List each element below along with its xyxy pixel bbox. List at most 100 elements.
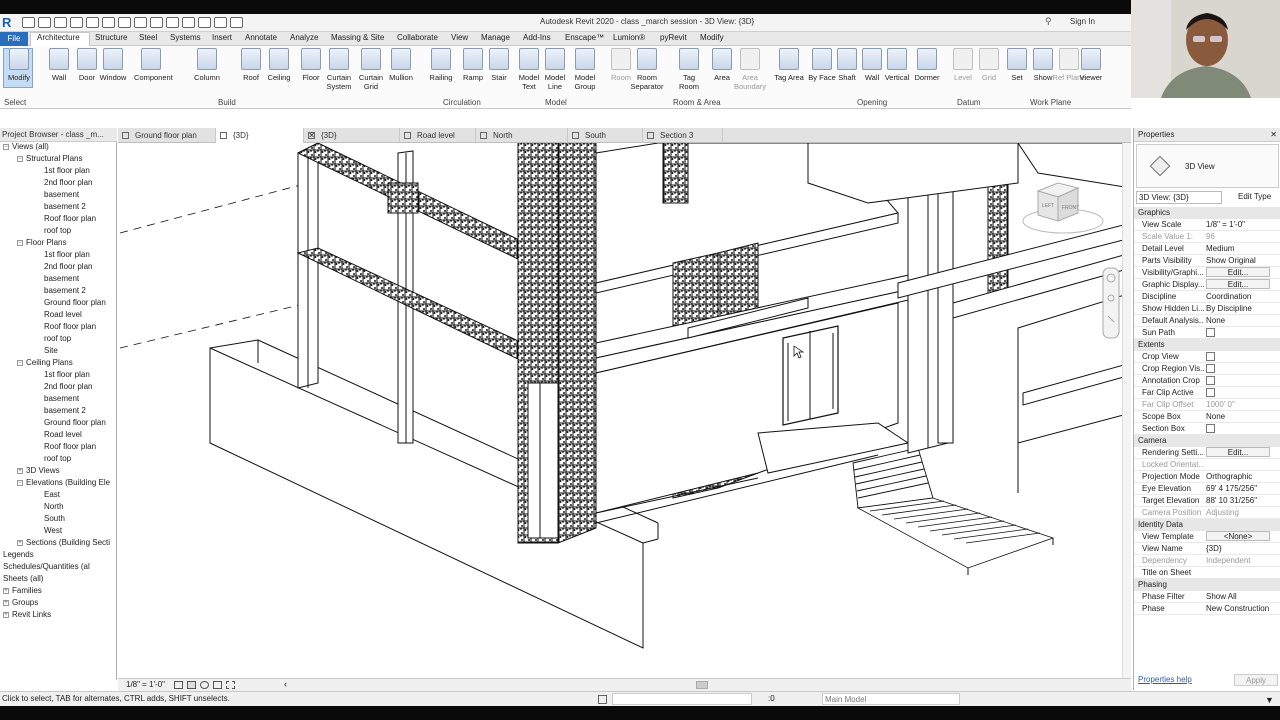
tree-item[interactable]: Site (44, 346, 58, 356)
tool-curtain-system-9[interactable]: Curtain System (322, 48, 356, 91)
tab-enscape[interactable]: Enscape™ (565, 33, 604, 42)
property-value[interactable]: {3D} (1206, 543, 1272, 555)
revit-logo[interactable]: R (2, 15, 11, 30)
scroll-left-icon[interactable]: ‹ (284, 679, 287, 689)
tool-dormer-28[interactable]: Dormer (910, 48, 944, 82)
property-checkbox[interactable] (1206, 328, 1215, 338)
properties-help-link[interactable]: Properties help (1138, 675, 1192, 684)
workset-field[interactable] (612, 693, 752, 705)
design-option-field[interactable]: Main Model (822, 693, 960, 705)
tree-item[interactable]: Roof floor plan (44, 214, 96, 224)
property-value[interactable] (1206, 351, 1272, 363)
tree-item[interactable]: 1st floor plan (44, 166, 90, 176)
property-value[interactable]: Orthographic (1206, 471, 1272, 483)
tab-collaborate[interactable]: Collaborate (397, 33, 438, 42)
view-tab[interactable]: {3D} (304, 128, 400, 143)
tab-pyrevit[interactable]: pyRevit (660, 33, 687, 42)
tab-manage[interactable]: Manage (481, 33, 510, 42)
property-value[interactable] (1206, 375, 1272, 387)
tree-group[interactable]: − Structural Plans (17, 154, 82, 164)
tree-expander-icon[interactable]: − (17, 155, 23, 162)
view-tab[interactable]: Road level (400, 128, 476, 143)
tree-item[interactable]: basement (44, 190, 79, 200)
tool-room-separator-19[interactable]: Room Separator (630, 48, 664, 91)
undo-icon[interactable] (70, 17, 83, 28)
property-value[interactable]: None (1206, 315, 1272, 327)
tool-component-4[interactable]: Component (134, 48, 173, 82)
tree-item[interactable]: North (44, 502, 64, 512)
instance-selector[interactable]: 3D View: {3D} (1136, 191, 1222, 204)
view-tab[interactable]: Section 3 (643, 128, 723, 143)
tree-group[interactable]: +3D Views (17, 466, 60, 476)
tree-views-all[interactable]: − Views (all) (3, 142, 49, 152)
tree-item[interactable]: Ground floor plan (44, 298, 106, 308)
tree-item[interactable]: East (44, 490, 60, 500)
open-icon[interactable] (22, 17, 35, 28)
tree-item[interactable]: South (44, 514, 65, 524)
redo-icon[interactable] (86, 17, 99, 28)
tab-annotate[interactable]: Annotate (245, 33, 277, 42)
horizontal-scrollbar-thumb[interactable] (696, 681, 708, 689)
property-checkbox[interactable] (1206, 388, 1215, 398)
tool-curtain-grid-10[interactable]: Curtain Grid (354, 48, 388, 91)
properties-section-header[interactable]: Extents (1134, 339, 1280, 351)
tree-expander-icon[interactable]: + (17, 467, 23, 474)
property-edit-button[interactable]: <None> (1206, 531, 1270, 541)
visual-style-icon[interactable] (187, 681, 196, 689)
sun-path-icon[interactable] (200, 681, 209, 689)
tree-node[interactable]: Schedules/Quantities (al (3, 562, 90, 572)
tree-node[interactable]: + Revit Links (3, 610, 51, 620)
tool-modify-0[interactable]: Modify (2, 48, 36, 82)
properties-section-header[interactable]: Camera (1134, 435, 1280, 447)
view-tab[interactable]: Ground floor plan (118, 128, 216, 143)
tree-item[interactable]: Road level (44, 430, 82, 440)
property-value[interactable]: Edit... (1206, 279, 1272, 291)
switch-windows-icon[interactable] (230, 17, 243, 28)
property-value[interactable]: Edit... (1206, 447, 1272, 459)
tree-item[interactable]: Roof floor plan (44, 322, 96, 332)
view-tab[interactable]: {3D} ✕ (216, 128, 315, 143)
apply-button[interactable]: Apply (1234, 674, 1278, 686)
close-icon[interactable]: ✕ (1270, 128, 1277, 142)
view-tab[interactable]: North (476, 128, 568, 143)
property-value[interactable]: By Discipline (1206, 303, 1272, 315)
properties-section-header[interactable]: Phasing (1134, 579, 1280, 591)
tool-tag-room-20[interactable]: Tag Room (672, 48, 706, 91)
tab-massing-site[interactable]: Massing & Site (331, 33, 384, 42)
tab-analyze[interactable]: Analyze (290, 33, 318, 42)
tree-node[interactable]: Sheets (all) (3, 574, 43, 584)
property-value[interactable]: Coordination (1206, 291, 1272, 303)
sync-icon[interactable] (54, 17, 67, 28)
tree-item[interactable]: Road level (44, 310, 82, 320)
tab-modify[interactable]: Modify (700, 33, 724, 42)
measure-icon[interactable] (118, 17, 131, 28)
tree-group[interactable]: − Elevations (Building Ele (17, 478, 110, 488)
property-edit-button[interactable]: Edit... (1206, 279, 1270, 289)
tree-node[interactable]: + Groups (3, 598, 38, 608)
3d-view-canvas[interactable]: LEFT FRONT (118, 143, 1131, 678)
tool-railing-12[interactable]: Railing (424, 48, 458, 82)
type-selector[interactable]: 3D View (1136, 144, 1279, 188)
tree-item[interactable]: Roof floor plan (44, 442, 96, 452)
property-value[interactable]: Medium (1206, 243, 1272, 255)
tab-view[interactable]: View (451, 33, 468, 42)
tree-item[interactable]: basement (44, 394, 79, 404)
tree-node[interactable]: Legends (3, 550, 34, 560)
tree-item[interactable]: basement 2 (44, 406, 86, 416)
tab-file[interactable]: File (0, 32, 28, 46)
tree-item[interactable]: 2nd floor plan (44, 262, 92, 272)
view-scale[interactable]: 1/8" = 1'-0" (126, 680, 165, 689)
property-value[interactable] (1206, 423, 1272, 435)
dimension-icon[interactable] (134, 17, 147, 28)
tree-node[interactable]: + Families (3, 586, 42, 596)
3d-icon[interactable] (166, 17, 179, 28)
detail-level-icon[interactable] (174, 681, 183, 689)
tree-item[interactable]: basement 2 (44, 286, 86, 296)
property-value[interactable]: New Construction (1206, 603, 1272, 615)
view-cube-left-label[interactable]: LEFT (1042, 203, 1054, 209)
save-icon[interactable] (38, 17, 51, 28)
tree-item[interactable]: 2nd floor plan (44, 382, 92, 392)
tree-item[interactable]: Ground floor plan (44, 418, 106, 428)
close-hidden-icon[interactable] (214, 17, 227, 28)
property-value[interactable]: 88' 10 31/256" (1206, 495, 1272, 507)
